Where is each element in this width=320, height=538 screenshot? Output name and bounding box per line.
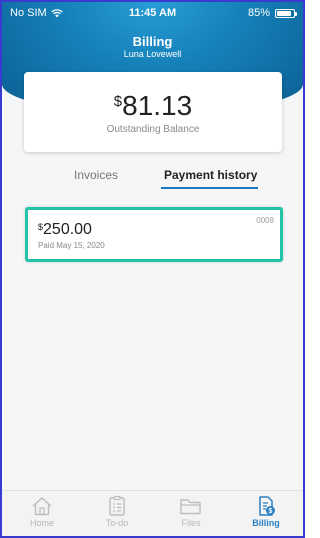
- balance-value: 81.13: [122, 90, 193, 121]
- billing-tabs: Invoices Payment history: [2, 168, 303, 190]
- tabbar-label-billing: Billing: [252, 518, 280, 528]
- tabbar-label-todo: To-do: [105, 518, 129, 528]
- battery-percent: 85%: [247, 7, 270, 19]
- payment-amount: $250.00: [38, 221, 92, 239]
- payment-number: 0009: [256, 216, 274, 225]
- app-frame: No SIM 11:45 AM 85% Billing Luna Lovewel…: [0, 0, 305, 538]
- tabbar-label-files: Files: [181, 518, 201, 528]
- payment-date: Paid May 15, 2020: [38, 241, 105, 250]
- balance-card: $81.13 Outstanding Balance: [24, 72, 282, 152]
- tab-payment-history[interactable]: Payment history: [164, 168, 257, 182]
- battery-fill: [277, 10, 291, 16]
- balance-label: Outstanding Balance: [106, 124, 200, 135]
- tabbar-item-files[interactable]: Files: [156, 495, 226, 528]
- battery-icon: [275, 8, 297, 18]
- tabbar-item-todo[interactable]: To-do: [82, 495, 152, 528]
- folder-icon: [180, 499, 201, 515]
- tab-invoices[interactable]: Invoices: [74, 168, 118, 182]
- payment-value: 250.00: [43, 221, 92, 238]
- tabbar-label-home: Home: [29, 518, 54, 528]
- tabbar-item-home[interactable]: Home: [7, 495, 77, 528]
- payment-currency: $: [38, 222, 44, 232]
- billing-icon: $: [259, 496, 275, 516]
- status-right: 85%: [247, 7, 297, 19]
- payment-item[interactable]: 0009 $250.00 Paid May 15, 2020: [25, 207, 283, 262]
- active-tab-indicator: [161, 187, 258, 189]
- todo-icon: [109, 495, 125, 516]
- page-subtitle: Luna Lovewell: [123, 49, 182, 59]
- tabbar-item-billing[interactable]: $ Billing: [231, 495, 301, 528]
- bottom-tab-bar: Home To-do Files $ Billing: [2, 490, 303, 536]
- svg-text:$: $: [269, 508, 273, 515]
- page-title: Billing: [132, 34, 173, 49]
- balance-currency: $: [113, 93, 123, 110]
- balance-amount: $81.13: [24, 92, 282, 120]
- status-bar: No SIM 11:45 AM 85%: [2, 6, 303, 22]
- home-icon: [32, 497, 52, 516]
